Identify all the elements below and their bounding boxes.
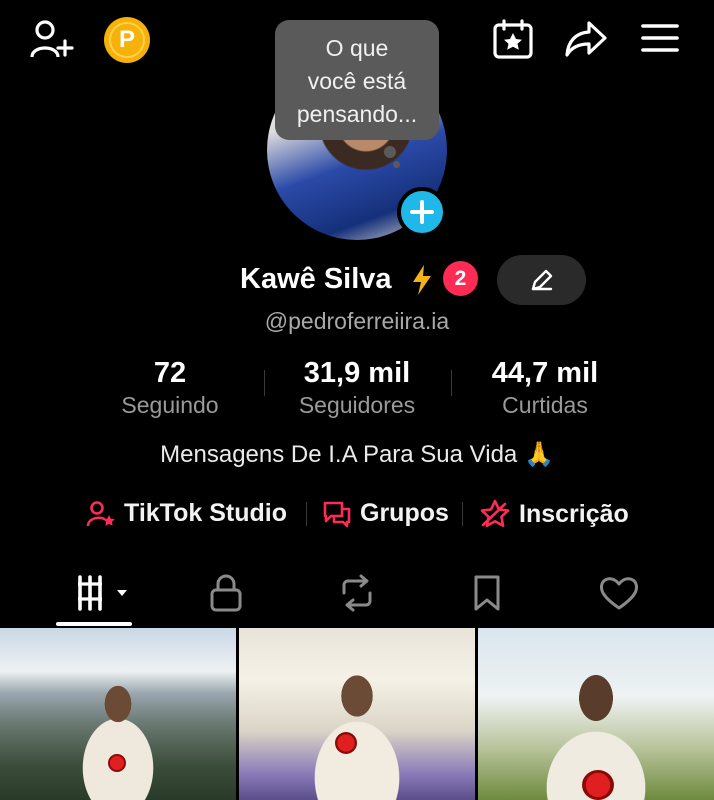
groups-label: Grupos — [360, 499, 449, 527]
followers-label: Seguidores — [298, 392, 416, 418]
grid-videos-icon — [78, 575, 127, 611]
subscription-label: Inscrição — [519, 499, 629, 528]
notification-badge[interactable]: 2 — [443, 261, 478, 296]
chat-bubbles-icon — [323, 501, 351, 527]
coins-button[interactable]: P — [104, 17, 150, 63]
share-icon[interactable] — [563, 18, 609, 60]
tiktok-studio-link[interactable]: TikTok Studio — [86, 499, 287, 528]
following-count: 72 — [153, 357, 187, 389]
pencil-icon — [531, 269, 552, 291]
link-divider — [462, 502, 463, 526]
add-story-button[interactable] — [397, 187, 447, 237]
add-friend-icon[interactable] — [28, 18, 76, 62]
stat-followers[interactable]: 31,9 mil Seguidores — [257, 355, 457, 419]
plus-icon — [410, 200, 434, 224]
groups-link[interactable]: Grupos — [322, 499, 449, 528]
user-star-icon — [86, 500, 115, 526]
link-divider — [306, 502, 307, 526]
calendar-star-icon[interactable] — [491, 17, 535, 61]
star-badge-icon — [480, 499, 510, 528]
thought-line-1: O que — [325, 35, 389, 61]
display-name: Kawê Silva — [240, 263, 392, 295]
likes-label: Curtidas — [502, 392, 588, 418]
profile-links: TikTok Studio Grupos Inscrição — [0, 495, 714, 535]
subscription-link[interactable]: Inscrição — [479, 499, 629, 529]
tab-liked[interactable] — [596, 570, 642, 616]
following-label: Seguindo — [121, 392, 219, 418]
edit-profile-button[interactable] — [497, 255, 586, 305]
lock-icon — [210, 574, 242, 612]
video-thumbnail[interactable] — [239, 628, 475, 800]
stat-divider — [451, 370, 452, 396]
bookmark-icon — [474, 575, 500, 611]
tab-favorites[interactable] — [468, 570, 506, 616]
coin-letter: P — [109, 22, 145, 58]
rose-image — [335, 732, 357, 754]
stat-following[interactable]: 72 Seguindo — [70, 355, 270, 419]
content-tabs — [0, 560, 714, 628]
tiktok-studio-label: TikTok Studio — [124, 499, 287, 527]
video-grid — [0, 628, 714, 800]
video-thumbnail[interactable] — [478, 628, 714, 800]
name-row: Kawê Silva 2 — [0, 255, 714, 305]
likes-count: 44,7 mil — [491, 357, 599, 389]
rose-image — [582, 770, 614, 800]
username-handle: @pedroferreiira.ia — [0, 308, 714, 335]
thought-line-3: pensando... — [296, 101, 418, 127]
lightning-icon — [411, 264, 433, 301]
tab-videos[interactable] — [74, 570, 134, 616]
followers-count: 31,9 mil — [303, 357, 411, 389]
heart-icon — [600, 577, 638, 610]
bio-text: Mensagens De I.A Para Sua Vida 🙏 — [160, 441, 554, 468]
stat-likes[interactable]: 44,7 mil Curtidas — [445, 355, 645, 419]
repost-icon — [342, 574, 372, 612]
menu-icon[interactable] — [638, 20, 682, 56]
thought-line-2: você está — [307, 68, 407, 94]
thought-bubble[interactable]: O que você está pensando... — [275, 20, 439, 140]
rose-image — [108, 754, 126, 772]
video-thumbnail[interactable] — [0, 628, 236, 800]
active-tab-indicator — [56, 622, 132, 626]
handle-text: @pedroferreiira.ia — [264, 308, 450, 334]
tab-reposts[interactable] — [334, 570, 380, 616]
stats-row: 72 Seguindo 31,9 mil Seguidores 44,7 mil… — [0, 355, 714, 425]
stat-divider — [264, 370, 265, 396]
tab-private[interactable] — [205, 570, 247, 616]
thought-tail — [384, 146, 396, 158]
thought-tail-small — [393, 161, 400, 168]
